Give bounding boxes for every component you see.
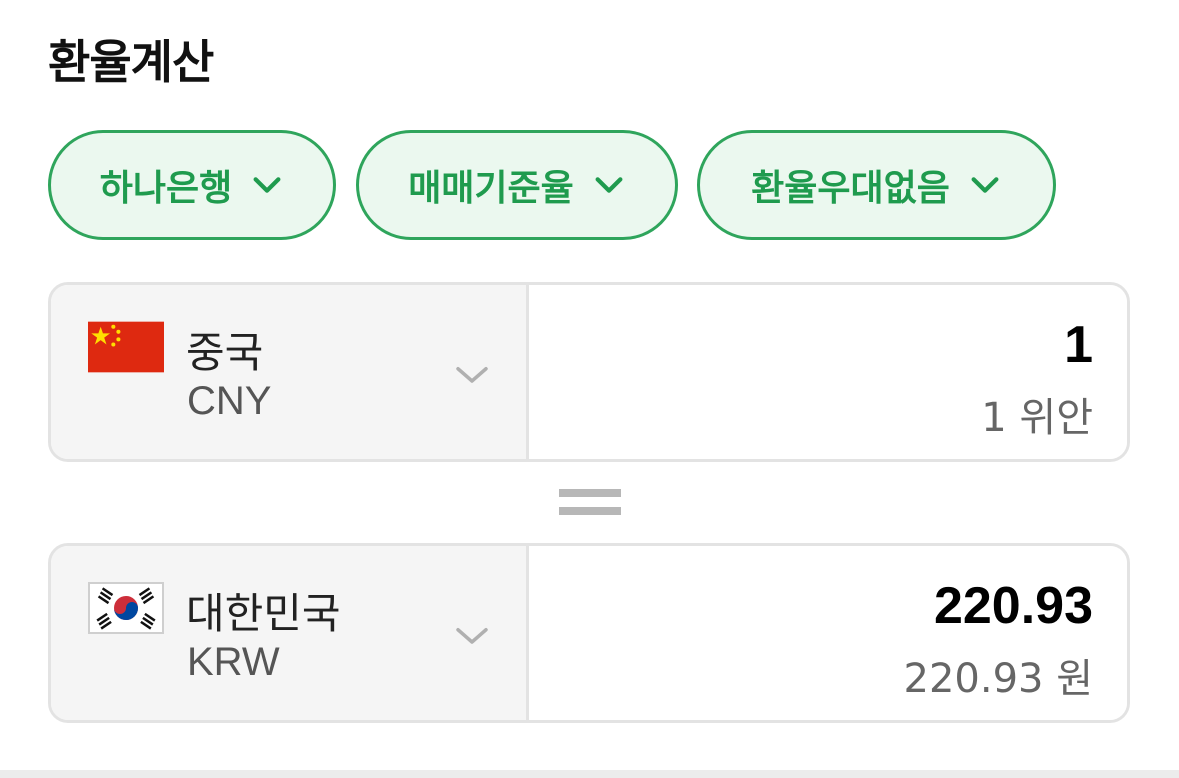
rate-type-select-button[interactable]: 매매기준율 xyxy=(356,130,678,240)
to-currency-code: KRW xyxy=(187,640,280,684)
south-korea-flag-icon xyxy=(88,582,164,634)
china-flag-icon xyxy=(88,321,164,373)
chevron-down-icon xyxy=(595,177,623,193)
from-currency-select[interactable]: 중국 CNY xyxy=(51,285,529,459)
rate-type-label: 매매기준율 xyxy=(408,168,574,209)
from-amount-text: 1 위안 xyxy=(981,395,1093,441)
bottom-divider xyxy=(0,770,1179,778)
page-title: 환율계산 xyxy=(48,35,214,89)
from-currency-code: CNY xyxy=(187,379,272,423)
to-amount-value: 220.93 xyxy=(933,577,1093,635)
to-currency-row: 대한민국 KRW 220.93 220.93 원 xyxy=(48,543,1130,723)
preferential-rate-select-button[interactable]: 환율우대없음 xyxy=(697,130,1056,240)
chevron-down-icon xyxy=(971,177,999,193)
preferential-rate-label: 환율우대없음 xyxy=(751,168,950,209)
to-amount-input[interactable]: 220.93 220.93 원 xyxy=(529,546,1127,720)
chevron-down-icon xyxy=(456,367,488,383)
to-currency-select[interactable]: 대한민국 KRW xyxy=(51,546,529,720)
from-currency-row: 중국 CNY 1 1 위안 xyxy=(48,282,1130,462)
chevron-down-icon xyxy=(253,177,281,193)
to-country-name: 대한민국 xyxy=(186,589,341,638)
from-amount-input[interactable]: 1 1 위안 xyxy=(529,285,1127,459)
to-amount-text: 220.93 원 xyxy=(903,656,1093,702)
bank-select-button[interactable]: 하나은행 xyxy=(48,130,336,240)
from-country-name: 중국 xyxy=(186,328,264,377)
bank-select-label: 하나은행 xyxy=(99,168,233,209)
from-amount-value: 1 xyxy=(1064,316,1093,374)
chevron-down-icon xyxy=(456,628,488,644)
equals-icon xyxy=(559,489,621,517)
